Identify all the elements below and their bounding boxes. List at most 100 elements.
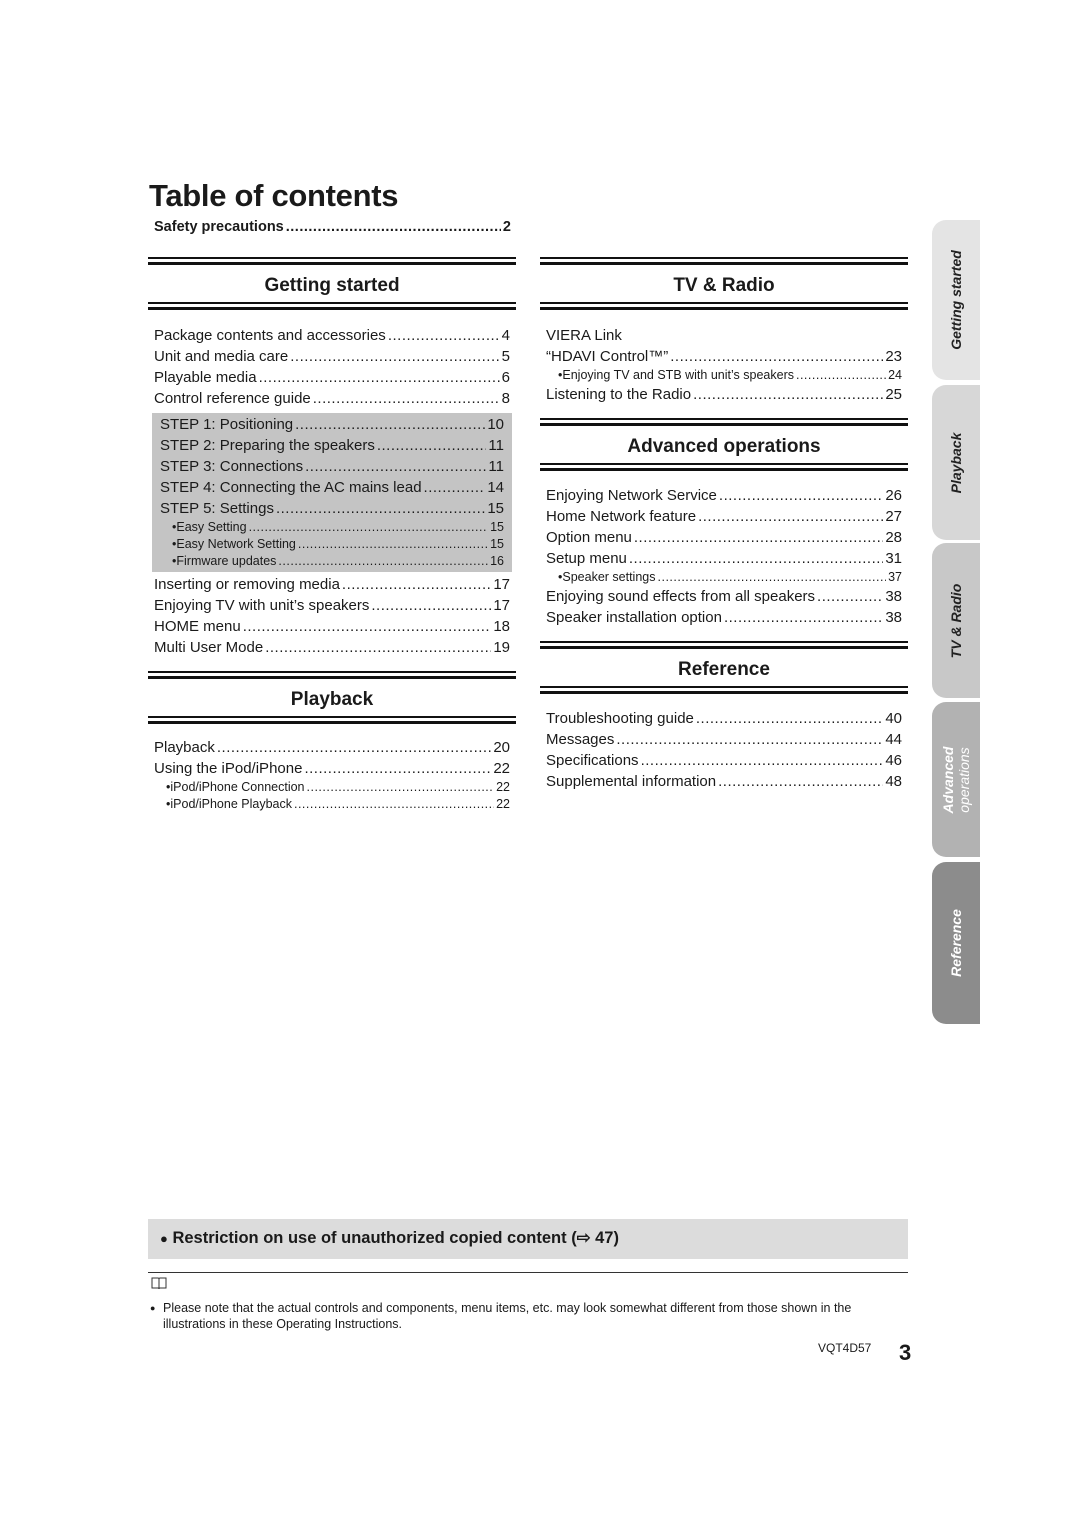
divider — [540, 423, 908, 426]
entry-page: 23 — [885, 348, 902, 365]
divider — [148, 716, 516, 718]
toc-entry[interactable]: Setup menu 31 — [546, 548, 902, 569]
leader-dots — [616, 729, 883, 750]
toc-subentry[interactable]: •Easy Setting 15 — [160, 519, 504, 536]
entry-label: Specifications — [546, 752, 639, 769]
divider — [148, 302, 516, 304]
entry-page: 17 — [493, 597, 510, 614]
leader-dots — [295, 414, 485, 435]
section-title: Advanced operations — [627, 436, 821, 457]
divider — [540, 463, 908, 465]
divider — [148, 262, 516, 265]
divider — [540, 307, 908, 310]
toc-subentry[interactable]: •Firmware updates 16 — [160, 553, 504, 570]
section-header: Playback — [148, 671, 516, 724]
toc-entry[interactable]: Enjoying sound effects from all speakers… — [546, 586, 902, 607]
toc-entry[interactable]: Troubleshooting guide 40 — [546, 708, 902, 729]
toc-entry-step[interactable]: STEP 2: Preparing the speakers 11 — [160, 435, 504, 456]
toc-subentry[interactable]: •iPod/iPhone Connection 22 — [154, 779, 510, 796]
entry-label: STEP 1: Positioning — [160, 416, 294, 433]
entry-label: Enjoying TV with unit’s speakers — [154, 597, 370, 614]
restriction-text[interactable]: ● Restriction on use of unauthorized cop… — [160, 1228, 619, 1248]
leader-dots — [424, 477, 486, 498]
leader-dots — [634, 527, 883, 548]
entry-page: 11 — [488, 458, 504, 475]
section-tv-radio: TV & Radio VIERA Link “HDAVI Control™” 23… — [540, 257, 908, 405]
toc-entry[interactable]: Enjoying TV with unit’s speakers 17 — [154, 595, 510, 616]
toc-entry[interactable]: Enjoying Network Service 26 — [546, 485, 902, 506]
toc-entry[interactable]: Package contents and accessories 4 — [154, 325, 510, 346]
toc-entry[interactable]: Inserting or removing media 17 — [154, 574, 510, 595]
entry-page: 22 — [496, 780, 510, 794]
section-title: Getting started — [264, 275, 400, 296]
leader-dots — [719, 485, 883, 506]
leader-dots — [286, 219, 501, 235]
bullet-icon: ● — [150, 1303, 156, 1313]
toc-subentry[interactable]: •Enjoying TV and STB with unit’s speaker… — [546, 367, 902, 384]
section-title: Playback — [290, 689, 374, 710]
toc-entry[interactable]: Control reference guide 8 — [154, 388, 510, 409]
divider — [540, 262, 908, 265]
entry-label: Control reference guide — [154, 390, 311, 407]
entry-label: •Easy Setting — [172, 520, 247, 534]
toc-entry[interactable]: Using the iPod/iPhone 22 — [154, 758, 510, 779]
toc-entry[interactable]: Messages 44 — [546, 729, 902, 750]
toc-entry-viera-link[interactable]: VIERA Link — [546, 325, 902, 346]
toc-entry[interactable]: Option menu 28 — [546, 527, 902, 548]
divider — [540, 418, 908, 420]
leader-dots — [217, 737, 491, 758]
divider — [540, 691, 908, 694]
toc-subentry[interactable]: •iPod/iPhone Playback 22 — [154, 796, 510, 813]
toc-entry-step[interactable]: STEP 5: Settings 15 — [160, 498, 504, 519]
toc-subentry[interactable]: •Easy Network Setting 15 — [160, 536, 504, 553]
toc-entry-step[interactable]: STEP 3: Connections 11 — [160, 456, 504, 477]
leader-dots — [290, 346, 499, 367]
divider — [148, 671, 516, 673]
entry-label: Package contents and accessories — [154, 327, 386, 344]
toc-subentry[interactable]: •Speaker settings 37 — [546, 569, 902, 586]
side-tab-advanced-operations[interactable]: Advanced operations — [932, 702, 980, 857]
leader-dots — [313, 388, 500, 409]
toc-entry[interactable]: Supplemental information 48 — [546, 771, 902, 792]
toc-entry-step[interactable]: STEP 4: Connecting the AC mains lead 14 — [160, 477, 504, 498]
side-tab-tv-radio[interactable]: TV & Radio — [932, 543, 980, 698]
toc-entry[interactable]: Home Network feature 27 — [546, 506, 902, 527]
toc-entry[interactable]: Specifications 46 — [546, 750, 902, 771]
toc-entry[interactable]: Listening to the Radio 25 — [546, 384, 902, 405]
toc-entry[interactable]: HOME menu 18 — [154, 616, 510, 637]
divider — [148, 721, 516, 724]
leader-dots — [304, 758, 491, 779]
section-reference: Reference Troubleshooting guide 40 Messag… — [540, 641, 908, 792]
side-tab-getting-started[interactable]: Getting started — [932, 220, 980, 380]
leader-dots — [641, 750, 884, 771]
tab-label-line2: operations — [956, 746, 972, 813]
tab-label: Playback — [948, 432, 964, 493]
toc-entry-safety-precautions[interactable]: Safety precautions 2 — [154, 219, 511, 235]
entry-page: 18 — [493, 618, 510, 635]
entry-label: Setup menu — [546, 550, 627, 567]
side-tab-playback[interactable]: Playback — [932, 385, 980, 540]
entry-page: 37 — [888, 570, 902, 584]
section-header: Advanced operations — [540, 418, 908, 471]
toc-entry[interactable]: Unit and media care 5 — [154, 346, 510, 367]
toc-entry[interactable]: Multi User Mode 19 — [154, 637, 510, 658]
page-title: Table of contents — [149, 178, 399, 213]
side-tab-reference[interactable]: Reference — [932, 862, 980, 1024]
divider — [148, 676, 516, 679]
entry-label: Messages — [546, 731, 615, 748]
entry-label: “HDAVI Control™” — [546, 348, 669, 365]
toc-entry[interactable]: Playback 20 — [154, 737, 510, 758]
entry-page: 15 — [487, 500, 504, 517]
leader-dots — [388, 325, 500, 346]
leader-dots — [243, 616, 492, 637]
leader-dots — [249, 519, 489, 536]
toc-entry-step[interactable]: STEP 1: Positioning 10 — [160, 414, 504, 435]
leader-dots — [817, 586, 883, 607]
toc-entry[interactable]: Speaker installation option 38 — [546, 607, 902, 628]
entry-label: Enjoying Network Service — [546, 487, 717, 504]
toc-entry[interactable]: “HDAVI Control™” 23 — [546, 346, 902, 367]
toc-entry[interactable]: Playable media 6 — [154, 367, 510, 388]
leader-dots — [696, 708, 883, 729]
note-text: Please note that the actual controls and… — [163, 1301, 852, 1331]
leader-dots — [693, 384, 883, 405]
